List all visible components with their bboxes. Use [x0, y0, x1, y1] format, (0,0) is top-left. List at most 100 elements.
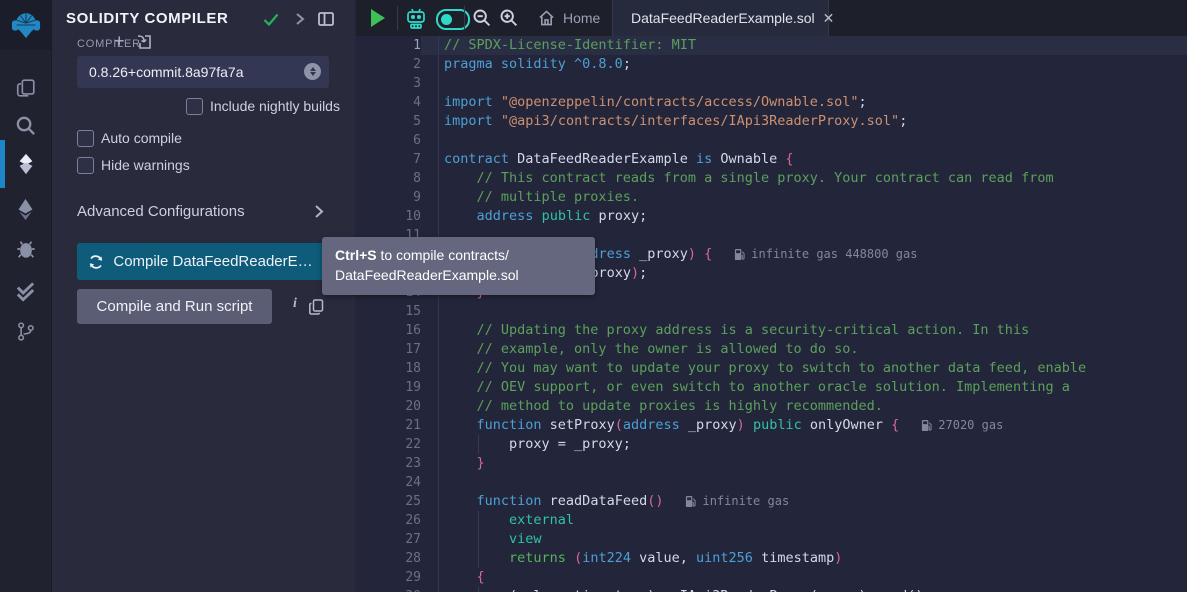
- home-tab-label: Home: [563, 10, 600, 26]
- code-line-28: 28 returns (int224 value, uint256 timest…: [356, 549, 1187, 568]
- run-script-play-button[interactable]: [371, 9, 385, 27]
- code-line-4: 4import "@openzeppelin/contracts/access/…: [356, 93, 1187, 112]
- code-line-30: 30 (value, timestamp) = IApi3ReaderProxy…: [356, 587, 1187, 592]
- code-line-5: 5import "@api3/contracts/interfaces/IApi…: [356, 112, 1187, 131]
- tab-datafeedreaderexample[interactable]: DataFeedReaderExample.sol ✕: [612, 0, 829, 36]
- sidebar-item-debugger[interactable]: [0, 232, 51, 266]
- code-line-15: 15: [356, 302, 1187, 321]
- line-number: 25: [356, 492, 421, 511]
- code-line-2: 2pragma solidity ^0.8.0;: [356, 55, 1187, 74]
- editor-tab-bar: Home DataFeedReaderExample.sol ✕: [356, 0, 1187, 36]
- zoom-out-icon[interactable]: [471, 7, 492, 28]
- add-custom-compiler-button[interactable]: +: [114, 31, 125, 52]
- line-number: 20: [356, 397, 421, 416]
- editor-region: Home DataFeedReaderExample.sol ✕ 1// SPD…: [356, 0, 1187, 592]
- code-line-10: 10 address public proxy;: [356, 207, 1187, 226]
- line-number: 7: [356, 150, 421, 169]
- pin-panel-icon[interactable]: [318, 12, 334, 26]
- solidity-compiler-icon: [15, 152, 37, 176]
- line-number: 2: [356, 55, 421, 74]
- line-number: 22: [356, 435, 421, 454]
- line-number: 15: [356, 302, 421, 321]
- code-line-26: 26 external: [356, 511, 1187, 530]
- ai-copilot-robot-icon[interactable]: [404, 7, 428, 29]
- code-line-9: 9 // multiple proxies.: [356, 188, 1187, 207]
- select-spinner-icon: [304, 63, 321, 80]
- line-number: 1: [356, 36, 421, 55]
- line-number: 24: [356, 473, 421, 492]
- code-line-23: 23 }: [356, 454, 1187, 473]
- line-number: 26: [356, 511, 421, 530]
- auto-compile-label: Auto compile: [101, 130, 182, 146]
- fuel-pump-icon: [685, 495, 696, 508]
- line-number: 17: [356, 340, 421, 359]
- code-line-20: 20 // method to update proxies is highly…: [356, 397, 1187, 416]
- compile-button[interactable]: Compile DataFeedReaderE…: [77, 243, 324, 280]
- compile-and-run-button[interactable]: Compile and Run script: [77, 289, 272, 324]
- sidebar-item-search[interactable]: [0, 108, 51, 142]
- chevron-right-icon[interactable]: [314, 204, 324, 219]
- code-line-17: 17 // example, only the owner is allowed…: [356, 340, 1187, 359]
- tooltip-filename: DataFeedReaderExample.sol: [335, 266, 582, 286]
- sidebar-item-unit-testing[interactable]: [0, 274, 51, 308]
- sidebar-item-file-explorer[interactable]: [0, 71, 51, 105]
- line-number: 19: [356, 378, 421, 397]
- close-tab-icon[interactable]: ✕: [823, 10, 835, 27]
- code-line-18: 18 // You may want to update your proxy …: [356, 359, 1187, 378]
- line-number: 10: [356, 207, 421, 226]
- compile-shortcut-tooltip: Ctrl+S to compile contracts/ DataFeedRea…: [322, 237, 595, 295]
- line-number: 28: [356, 549, 421, 568]
- code-line-21: 21 function setProxy(address _proxy) pub…: [356, 416, 1187, 435]
- gas-estimate-annotation: infinite gas 448800 gas: [734, 245, 917, 264]
- compiler-version-select[interactable]: 0.8.26+commit.8a97fa7a: [77, 56, 329, 88]
- line-number: 5: [356, 112, 421, 131]
- compile-and-run-label: Compile and Run script: [97, 298, 253, 315]
- debugger-icon: [15, 238, 37, 260]
- code-line-7: 7contract DataFeedReaderExample is Ownab…: [356, 150, 1187, 169]
- compiler-version-value: 0.8.26+commit.8a97fa7a: [77, 64, 244, 80]
- home-icon: [538, 10, 555, 26]
- compiler-section-label: COMPILER: [77, 38, 141, 50]
- tab-home[interactable]: Home: [524, 0, 614, 36]
- compile-button-label: Compile DataFeedReaderE…: [113, 253, 312, 270]
- refresh-icon: [88, 254, 104, 270]
- code-line-3: 3: [356, 74, 1187, 93]
- activity-bar: [0, 0, 52, 592]
- zoom-in-icon[interactable]: [498, 7, 519, 28]
- fuel-pump-icon: [921, 419, 932, 432]
- advanced-configurations-toggle[interactable]: Advanced Configurations: [77, 203, 245, 220]
- code-line-29: 29 {: [356, 568, 1187, 587]
- code-line-25: 25 function readDataFeed()infinite gas: [356, 492, 1187, 511]
- sidebar-item-solidity-compiler[interactable]: [0, 147, 51, 181]
- line-number: 21: [356, 416, 421, 435]
- include-nightly-checkbox[interactable]: [186, 98, 203, 115]
- code-line-24: 24: [356, 473, 1187, 492]
- remix-ide-window: SOLIDITY COMPILER COMPILER + 0.8.26+comm…: [0, 0, 1187, 592]
- line-number: 4: [356, 93, 421, 112]
- sidebar-item-deploy-and-run[interactable]: [0, 192, 51, 226]
- tooltip-text: to compile contracts/: [377, 247, 509, 263]
- code-line-1: 1// SPDX-License-Identifier: MIT: [356, 36, 1187, 55]
- auto-compile-checkbox[interactable]: [77, 130, 94, 147]
- file-tab-label: DataFeedReaderExample.sol: [631, 10, 815, 26]
- gas-estimate-annotation: infinite gas: [685, 492, 789, 511]
- info-icon[interactable]: i: [288, 296, 302, 316]
- sidebar-item-git[interactable]: [0, 314, 51, 348]
- file-explorer-icon: [15, 77, 37, 99]
- toolbar-divider: [397, 6, 398, 30]
- fuel-pump-icon: [734, 248, 745, 261]
- hide-warnings-checkbox[interactable]: [77, 157, 94, 174]
- git-branch-icon: [15, 320, 36, 343]
- panel-title: SOLIDITY COMPILER: [66, 10, 228, 27]
- search-icon: [14, 114, 37, 137]
- code-line-6: 6: [356, 131, 1187, 150]
- line-number: 27: [356, 530, 421, 549]
- expand-chevron-icon[interactable]: [295, 12, 305, 26]
- gas-estimate-annotation: 27020 gas: [921, 416, 1003, 435]
- remix-logo[interactable]: [0, 0, 51, 50]
- line-number: 18: [356, 359, 421, 378]
- gutter-divider: [438, 36, 439, 592]
- import-compiler-icon[interactable]: [136, 34, 152, 50]
- copy-icon[interactable]: [309, 299, 324, 315]
- code-editor[interactable]: 1// SPDX-License-Identifier: MIT2pragma …: [356, 36, 1187, 592]
